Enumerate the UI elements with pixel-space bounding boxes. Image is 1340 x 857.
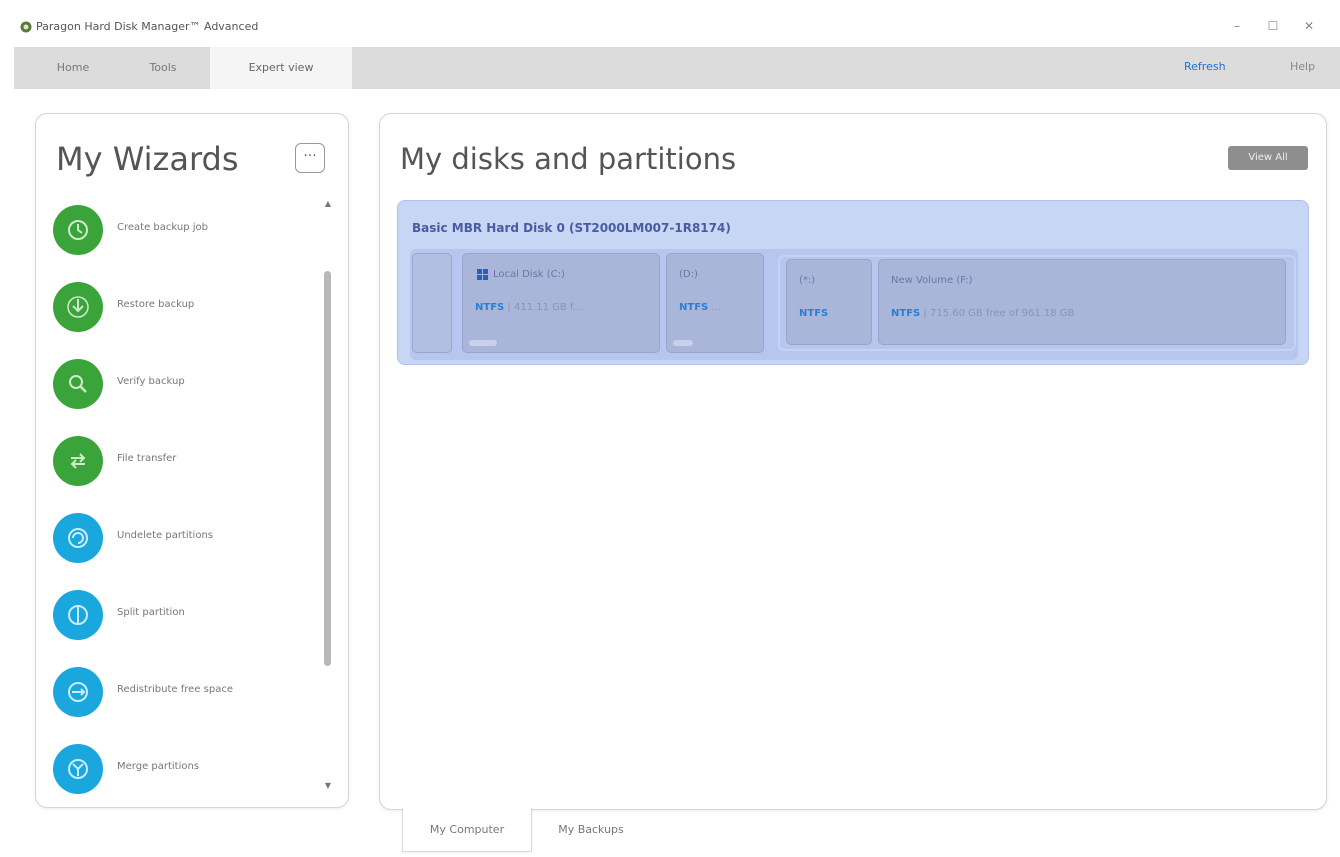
usage-bar	[673, 340, 693, 346]
wizard-verify-backup[interactable]: Verify backup	[53, 359, 323, 419]
partition-name: (D:)	[679, 269, 698, 280]
minimize-button[interactable]: –	[1222, 16, 1252, 36]
scroll-down-icon[interactable]: ▼	[323, 781, 333, 795]
partition-info: NTFS | 715.60 GB free of 961.18 GB	[891, 308, 1074, 319]
wizard-label: Split partition	[117, 607, 185, 618]
wizards-scrollbar[interactable]: ▲ ▼	[323, 199, 333, 795]
extended-partition: (*:) NTFS New Volume (F:) NTFS | 715.60 …	[778, 255, 1296, 351]
wizard-label: Merge partitions	[117, 761, 200, 772]
wizards-more-button[interactable]: ···	[295, 143, 325, 173]
partition-d[interactable]: (D:) NTFS ...	[666, 253, 764, 353]
backup-icon	[53, 205, 103, 255]
wizard-label: File transfer	[117, 453, 177, 464]
scroll-up-icon[interactable]: ▲	[323, 199, 333, 213]
tab-tools[interactable]: Tools	[118, 47, 208, 89]
partition-c[interactable]: Local Disk (C:) NTFS | 411.11 GB f...	[462, 253, 660, 353]
fs-label: NTFS	[475, 302, 505, 313]
main-tabs-bar: Home Tools Expert view Refresh Help	[14, 47, 1340, 89]
help-link[interactable]: Help	[1290, 47, 1315, 89]
wizard-redistribute-free-space[interactable]: Redistribute free space	[53, 667, 323, 727]
verify-icon	[53, 359, 103, 409]
windows-icon	[477, 269, 488, 280]
title-bar: Paragon Hard Disk Manager™ Advanced – ☐ …	[0, 0, 1340, 44]
wizard-label: Undelete partitions	[117, 530, 213, 541]
undelete-icon	[53, 513, 103, 563]
wizard-label: Create backup job	[117, 222, 208, 233]
disks-title: My disks and partitions	[400, 142, 737, 176]
wizard-restore-backup[interactable]: Restore backup	[53, 282, 323, 342]
fs-label: NTFS	[679, 302, 709, 313]
partition-name: New Volume (F:)	[891, 275, 973, 286]
partition-name: (*:)	[799, 275, 816, 286]
wizard-create-backup-job[interactable]: Create backup job	[53, 205, 323, 265]
wizard-label: Restore backup	[117, 299, 195, 310]
partition-size: | 715.60 GB free of 961.18 GB	[923, 308, 1075, 319]
disk-0[interactable]: Basic MBR Hard Disk 0 (ST2000LM007-1R817…	[397, 200, 1309, 365]
disk-title: Basic MBR Hard Disk 0 (ST2000LM007-1R817…	[412, 221, 731, 235]
scrollbar-thumb[interactable]	[324, 271, 331, 666]
fs-label: NTFS	[799, 308, 829, 319]
partition-info: NTFS | 411.11 GB f...	[475, 302, 582, 313]
wizard-label: Verify backup	[117, 376, 185, 387]
partition-bar: · · Local Disk (C:) NTFS | 411.11 GB f..…	[410, 249, 1298, 360]
wizard-label: Redistribute free space	[117, 684, 233, 695]
partition-reserved[interactable]: · ·	[412, 253, 452, 353]
redistribute-icon	[53, 667, 103, 717]
usage-bar	[469, 340, 497, 346]
partition-size: ...	[711, 302, 721, 313]
split-icon	[53, 590, 103, 640]
close-button[interactable]: ✕	[1294, 16, 1324, 36]
reserved-marker: ·	[429, 310, 433, 320]
window-title: Paragon Hard Disk Manager™ Advanced	[36, 20, 259, 33]
partition-info: NTFS ...	[679, 302, 721, 313]
disks-panel: My disks and partitions View All Basic M…	[379, 113, 1327, 810]
tab-expert-view[interactable]: Expert view	[210, 47, 352, 89]
restore-icon	[53, 282, 103, 332]
wizard-split-partition[interactable]: Split partition	[53, 590, 323, 650]
partition-e[interactable]: (*:) NTFS	[786, 259, 872, 345]
partition-info: NTFS	[799, 308, 828, 319]
view-all-button[interactable]: View All	[1228, 146, 1308, 170]
reserved-marker: ·	[429, 276, 433, 286]
partition-f[interactable]: New Volume (F:) NTFS | 715.60 GB free of…	[878, 259, 1286, 345]
wizards-panel: My Wizards ··· Create backup job Restore…	[35, 113, 349, 808]
maximize-button[interactable]: ☐	[1258, 16, 1288, 36]
wizard-undelete-partitions[interactable]: Undelete partitions	[53, 513, 323, 573]
tab-my-computer[interactable]: My Computer	[402, 808, 532, 852]
partition-name: Local Disk (C:)	[493, 269, 565, 280]
transfer-icon	[53, 436, 103, 486]
app-logo-icon	[20, 21, 32, 33]
wizard-file-transfer[interactable]: File transfer	[53, 436, 323, 496]
merge-icon	[53, 744, 103, 794]
wizards-title: My Wizards	[56, 140, 239, 178]
wizard-merge-partitions[interactable]: Merge partitions	[53, 744, 323, 804]
refresh-link[interactable]: Refresh	[1184, 47, 1226, 89]
tab-home[interactable]: Home	[28, 47, 118, 89]
tab-my-backups[interactable]: My Backups	[536, 808, 646, 852]
fs-label: NTFS	[891, 308, 921, 319]
partition-size: | 411.11 GB f...	[507, 302, 583, 313]
